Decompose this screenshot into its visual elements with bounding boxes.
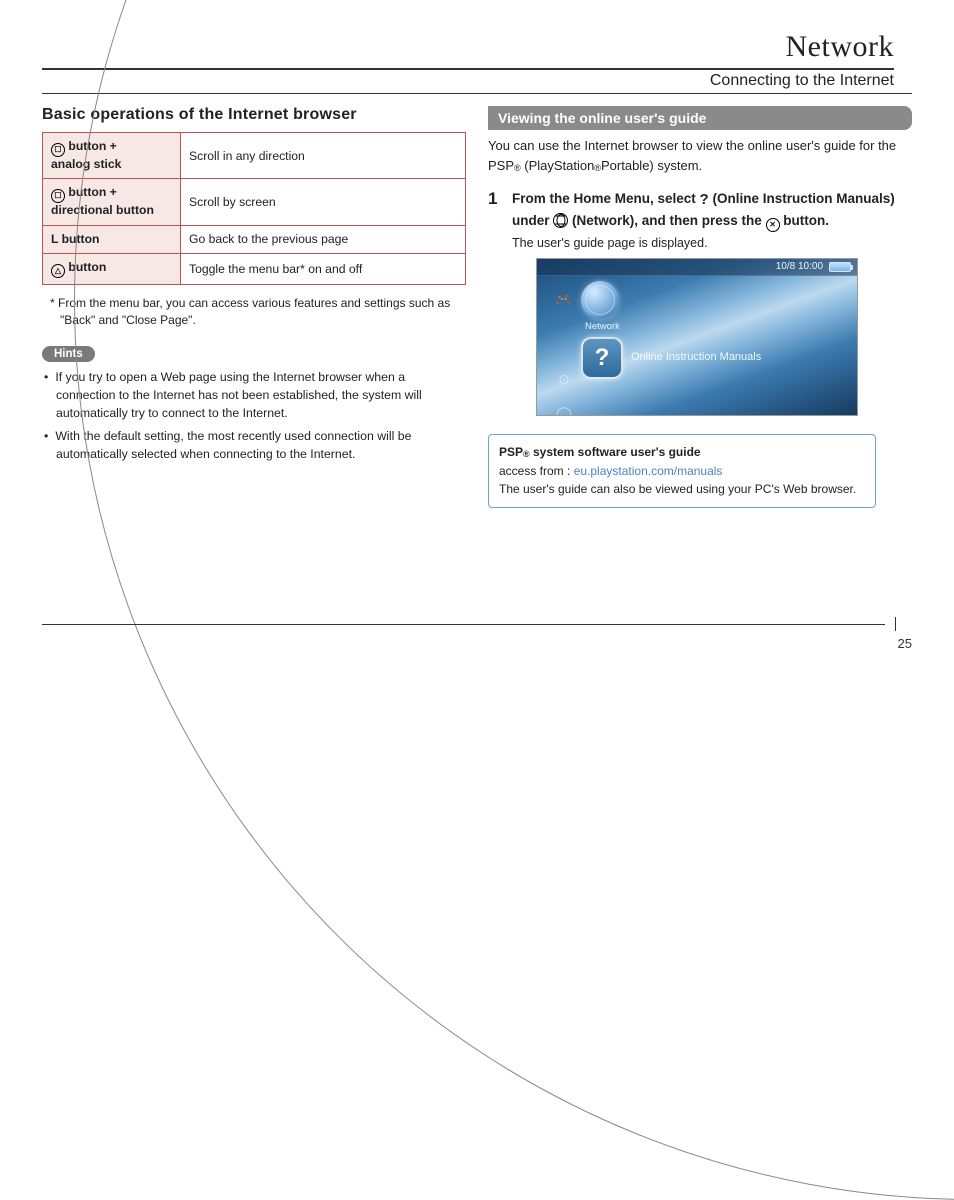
shot-clock: 10/8 10:00 <box>776 261 823 272</box>
registered-mark: ® <box>594 163 601 173</box>
section-title: Network <box>42 30 894 64</box>
page-header: Network Connecting to the Internet <box>42 30 912 90</box>
chat-icon: ◯ <box>551 401 577 416</box>
header-rule <box>42 68 894 70</box>
hints-badge: Hints <box>42 346 95 362</box>
table-key: △ button <box>43 253 181 284</box>
shot-globe-icon <box>581 281 619 319</box>
right-column: Viewing the online user's guide You can … <box>488 106 912 508</box>
left-column: Basic operations of the Internet browser… <box>42 106 466 508</box>
controller-icon: 🎮 <box>551 287 577 313</box>
link-box: PSP® system software user's guide access… <box>488 434 876 508</box>
intro-paragraph: You can use the Internet browser to view… <box>488 136 912 175</box>
shot-side-icons: 🎮 ⊙ ◯ <box>551 287 577 416</box>
linkbox-title: PSP® system software user's guide <box>499 445 701 459</box>
battery-icon <box>829 262 851 272</box>
linkbox-access: access from : <box>499 464 574 478</box>
rss-icon: ⊙ <box>551 367 577 393</box>
step-note: The user's guide page is displayed. <box>512 236 912 250</box>
shot-selected-icon: ? <box>581 337 623 379</box>
psp-screenshot: 10/8 10:00 🎮 ⊙ ◯ Network ? Online Instru… <box>536 258 858 416</box>
table-val: Toggle the menu bar* on and off <box>181 253 466 284</box>
list-item: If you try to open a Web page using the … <box>42 368 466 423</box>
triangle-button-icon: △ <box>51 264 65 278</box>
table-row: △ button Toggle the menu bar* on and off <box>43 253 466 284</box>
step-instruction: From the Home Menu, select ? (Online Ins… <box>512 189 912 232</box>
table-key: L button <box>43 225 181 253</box>
table-row: ☐ button + analog stick Scroll in any di… <box>43 133 466 179</box>
hints-list: If you try to open a Web page using the … <box>42 368 466 464</box>
cross-button-icon: ✕ <box>766 218 780 232</box>
header-subrule <box>42 93 912 94</box>
manual-page: Network Connecting to the Internet Basic… <box>0 0 954 677</box>
linkbox-note: The user's guide can also be viewed usin… <box>499 482 856 496</box>
step-number: 1 <box>488 189 504 432</box>
content-columns: Basic operations of the Internet browser… <box>42 106 912 508</box>
table-val: Go back to the previous page <box>181 225 466 253</box>
question-icon: ? <box>700 191 709 208</box>
step-body: From the Home Menu, select ? (Online Ins… <box>512 189 912 432</box>
registered-mark: ® <box>514 163 521 173</box>
subsection-title: Connecting to the Internet <box>42 72 894 90</box>
table-val: Scroll by screen <box>181 179 466 225</box>
page-number: 25 <box>898 636 912 651</box>
table-val: Scroll in any direction <box>181 133 466 179</box>
shot-selected-label: Online Instruction Manuals <box>631 351 761 363</box>
table-row: ☐ button + directional button Scroll by … <box>43 179 466 225</box>
registered-mark: ® <box>523 449 530 459</box>
shot-topbar: 10/8 10:00 <box>537 259 857 276</box>
table-footnote: * From the menu bar, you can access vari… <box>46 295 466 330</box>
shot-network-label: Network <box>585 321 620 332</box>
table-key: ☐ button + directional button <box>43 179 181 225</box>
section-band: Viewing the online user's guide <box>488 106 912 130</box>
linkbox-url[interactable]: eu.playstation.com/manuals <box>574 464 723 478</box>
table-key: ☐ button + analog stick <box>43 133 181 179</box>
network-globe-icon <box>553 213 568 228</box>
instruction-step: 1 From the Home Menu, select ? (Online I… <box>488 189 912 432</box>
operations-table: ☐ button + analog stick Scroll in any di… <box>42 132 466 285</box>
list-item: With the default setting, the most recen… <box>42 427 466 464</box>
square-button-icon: ☐ <box>51 189 65 203</box>
footer-rule <box>42 617 896 631</box>
table-row: L button Go back to the previous page <box>43 225 466 253</box>
square-button-icon: ☐ <box>51 143 65 157</box>
left-heading: Basic operations of the Internet browser <box>42 106 466 124</box>
